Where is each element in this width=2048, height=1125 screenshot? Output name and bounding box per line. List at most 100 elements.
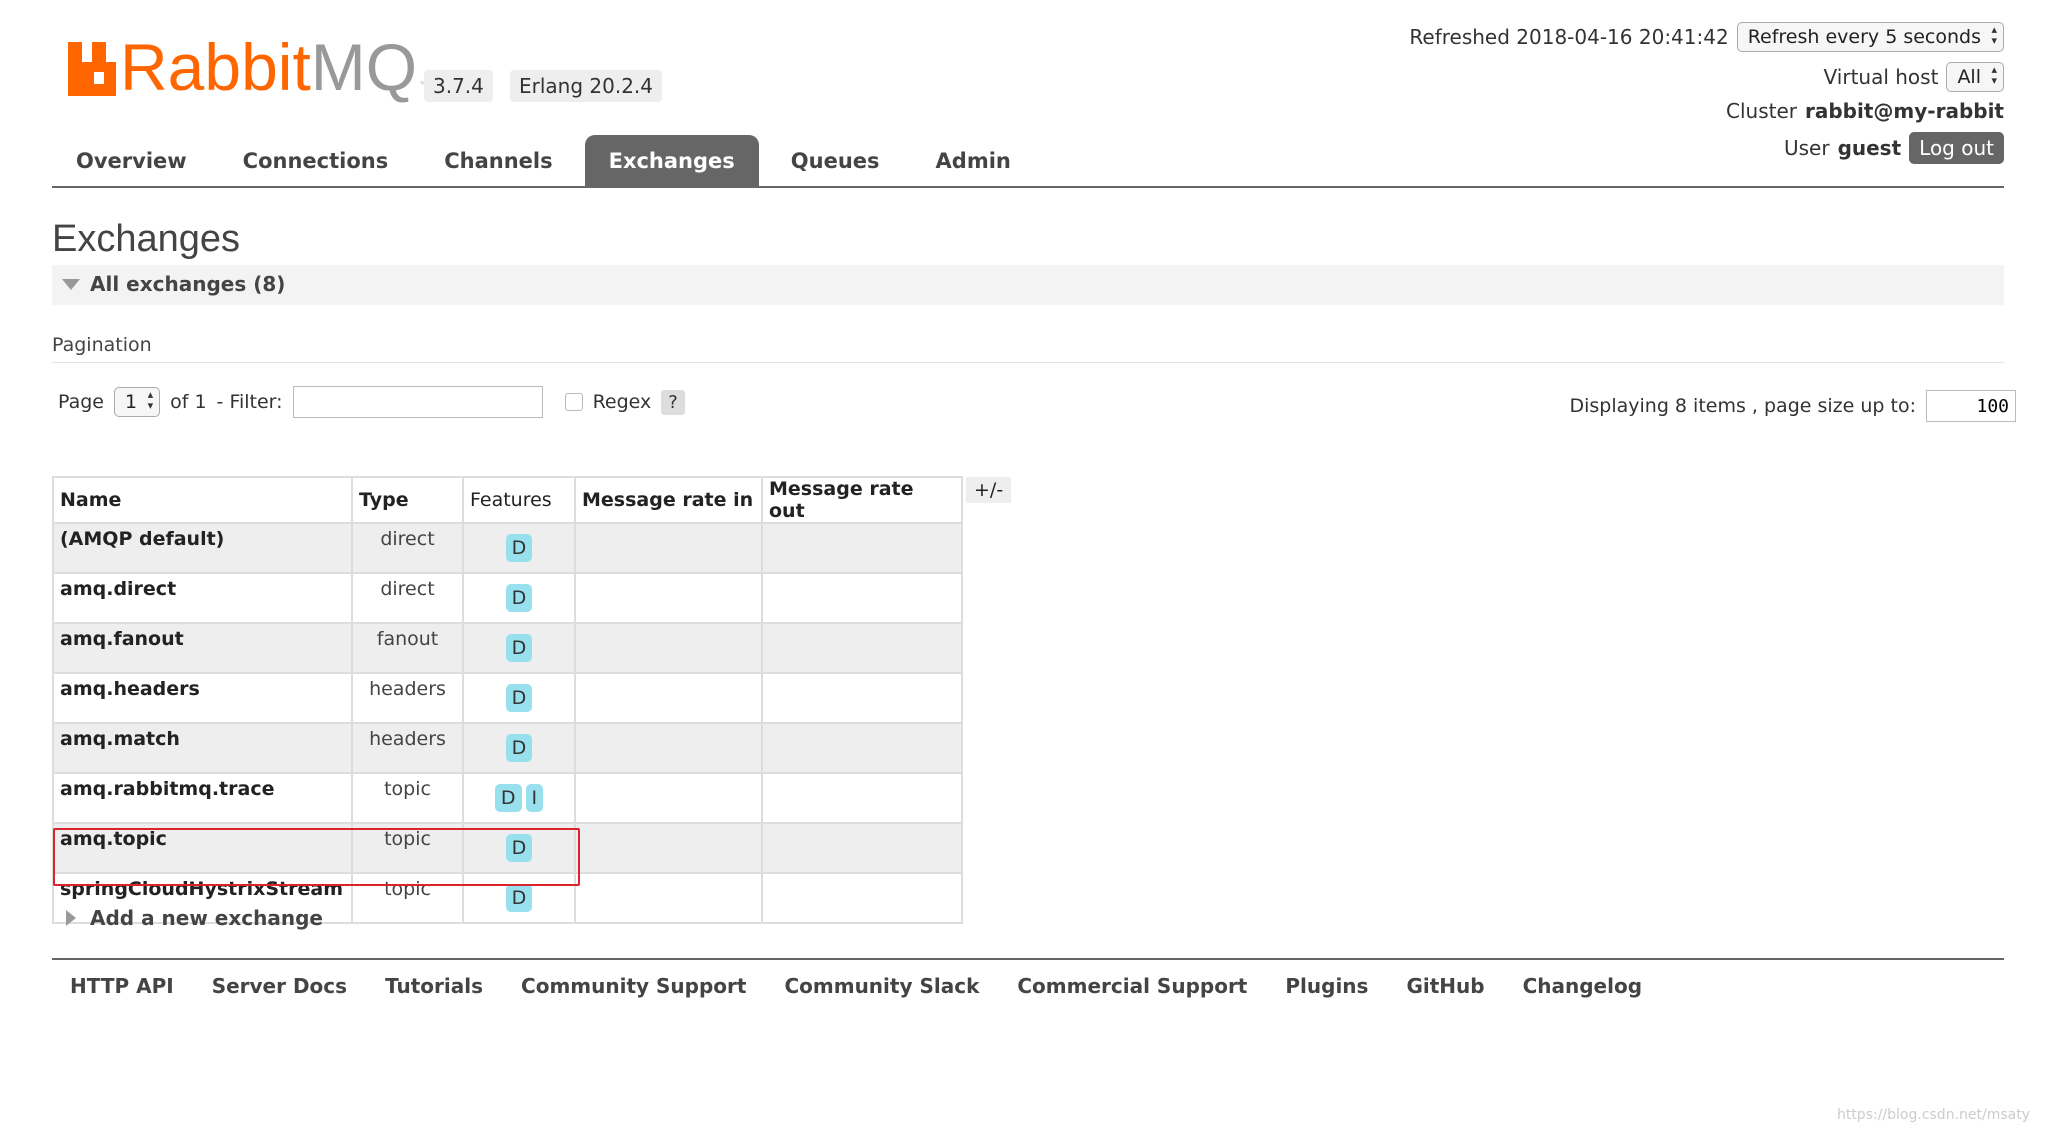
exchange-type: topic (351, 772, 464, 824)
watermark: https://blog.csdn.net/msaty (1836, 1107, 2030, 1123)
rate-in-cell (574, 822, 763, 874)
footer-link-github[interactable]: GitHub (1406, 974, 1484, 998)
rabbitmq-logo: RabbitMQ ™ (68, 32, 429, 102)
all-exchanges-toggle[interactable]: All exchanges (8) (62, 272, 285, 296)
erlang-badge: Erlang 20.2.4 (510, 70, 663, 102)
tab-overview[interactable]: Overview (52, 135, 211, 186)
rate-out-cell (761, 822, 963, 874)
exchange-type: headers (351, 672, 464, 724)
footer-links: HTTP API Server Docs Tutorials Community… (70, 974, 1642, 998)
footer-link-http-api[interactable]: HTTP API (70, 974, 174, 998)
regex-label: Regex (592, 391, 652, 413)
durable-badge: D (505, 584, 533, 612)
footer-link-changelog[interactable]: Changelog (1523, 974, 1642, 998)
exchange-name-link[interactable]: amq.rabbitmq.trace (52, 772, 353, 824)
logo-wordmark: RabbitMQ (120, 30, 418, 104)
page-size-controls: Displaying 8 items , page size up to: (1569, 390, 2016, 422)
col-header-rate-in[interactable]: Message rate in (574, 476, 763, 524)
exchange-name-link[interactable]: (AMQP default) (52, 522, 353, 574)
add-exchange-label: Add a new exchange (90, 906, 323, 930)
section-header-bar (52, 265, 2004, 305)
rate-in-cell (574, 622, 763, 674)
durable-badge: D (505, 884, 533, 912)
rate-out-cell (761, 772, 963, 824)
internal-badge: I (525, 784, 544, 812)
vhost-selector: Virtual host All (1824, 62, 2004, 92)
pagination-controls: Page 1 of 1 - Filter: Regex ? (58, 386, 685, 418)
exchange-name-link[interactable]: amq.direct (52, 572, 353, 624)
vhost-select[interactable]: All (1946, 62, 2004, 92)
footer-link-community-support[interactable]: Community Support (521, 974, 746, 998)
rate-out-cell (761, 672, 963, 724)
exchange-type: headers (351, 722, 464, 774)
col-header-name[interactable]: Name (52, 476, 353, 524)
collapse-triangle-icon (62, 278, 80, 290)
tab-divider (52, 186, 2004, 188)
refresh-interval-select[interactable]: Refresh every 5 seconds (1736, 22, 2004, 52)
rate-in-cell (574, 722, 763, 774)
logout-button[interactable]: Log out (1909, 132, 2004, 164)
page-title: Exchanges (52, 218, 241, 260)
tab-admin[interactable]: Admin (912, 135, 1035, 186)
display-count-label: Displaying 8 items , page size up to: (1569, 395, 1916, 417)
version-badge: 3.7.4 (424, 70, 493, 102)
rate-in-cell (574, 672, 763, 724)
rate-out-cell (761, 572, 963, 624)
refresh-status: Refreshed 2018-04-16 20:41:42 Refresh ev… (1409, 22, 2004, 52)
expand-triangle-icon (66, 910, 76, 926)
exchange-type: direct (351, 522, 464, 574)
rate-out-cell (761, 522, 963, 574)
filter-input[interactable] (292, 386, 543, 418)
tab-queues[interactable]: Queues (767, 135, 904, 186)
user-info: User guest Log out (1784, 132, 2004, 164)
exchange-features: D (462, 622, 576, 674)
durable-badge: D (505, 634, 533, 662)
regex-help-button[interactable]: ? (661, 389, 685, 415)
column-toggle-button[interactable]: +/- (966, 477, 1012, 503)
exchange-name-link[interactable]: amq.headers (52, 672, 353, 724)
footer-link-tutorials[interactable]: Tutorials (385, 974, 483, 998)
footer-link-plugins[interactable]: Plugins (1285, 974, 1368, 998)
rate-in-cell (574, 572, 763, 624)
user-name: guest (1837, 136, 1902, 160)
tab-channels[interactable]: Channels (420, 135, 576, 186)
page-label: Page (58, 391, 104, 413)
highlight-annotation-box (53, 828, 580, 886)
rate-out-cell (761, 872, 963, 924)
page-select[interactable]: 1 (114, 387, 161, 417)
table-row: amq.headers headers D (52, 672, 963, 724)
durable-badge: D (505, 734, 533, 762)
footer-link-commercial-support[interactable]: Commercial Support (1017, 974, 1247, 998)
page-size-input[interactable] (1926, 390, 2016, 422)
col-header-type[interactable]: Type (351, 476, 464, 524)
tab-connections[interactable]: Connections (219, 135, 413, 186)
table-row: amq.rabbitmq.trace topic DI (52, 772, 963, 824)
footer-link-server-docs[interactable]: Server Docs (212, 974, 347, 998)
footer-link-community-slack[interactable]: Community Slack (784, 974, 979, 998)
durable-badge: D (505, 534, 533, 562)
table-row: amq.fanout fanout D (52, 622, 963, 674)
exchange-name-link[interactable]: amq.match (52, 722, 353, 774)
table-header-row: Name Type Features Message rate in Messa… (52, 476, 963, 524)
exchange-features: D (462, 522, 576, 574)
rate-in-cell (574, 772, 763, 824)
pagination-title: Pagination (52, 334, 152, 356)
cluster-info: Cluster rabbit@my-rabbit (1726, 99, 2004, 123)
rate-in-cell (574, 872, 763, 924)
exchange-name-link[interactable]: amq.fanout (52, 622, 353, 674)
regex-checkbox[interactable] (564, 393, 583, 411)
page-count: of 1 (170, 391, 207, 413)
exchange-features: D (462, 672, 576, 724)
exchange-features: D (462, 572, 576, 624)
tab-exchanges[interactable]: Exchanges (584, 135, 759, 186)
section-label: All exchanges (8) (90, 272, 286, 296)
user-label: User (1783, 136, 1830, 160)
col-header-rate-out[interactable]: Message rate out (761, 476, 963, 524)
add-exchange-toggle[interactable]: Add a new exchange (66, 906, 323, 930)
cluster-label: Cluster (1726, 99, 1797, 123)
col-header-features: Features (462, 476, 576, 524)
footer-divider (52, 958, 2004, 960)
pagination-divider (52, 362, 2004, 363)
filter-label: - Filter: (216, 391, 283, 413)
table-row: (AMQP default) direct D (52, 522, 963, 574)
